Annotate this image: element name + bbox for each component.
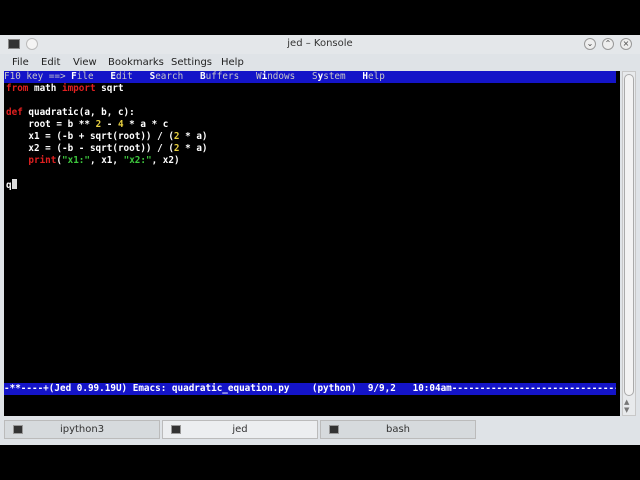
menu-settings[interactable]: Settings [171,57,212,68]
minimize-button[interactable]: ⌄ [584,38,596,50]
tab-ipython3[interactable]: ipython3 [4,420,160,439]
tab-label: bash [385,424,411,435]
jed-menu-edit[interactable]: Edit [110,71,132,82]
menu-bookmarks[interactable]: Bookmarks [108,57,164,68]
jed-menu-system[interactable]: System [312,71,346,82]
tab-label: jed [232,424,248,435]
konsole-window: jed – Konsole ⌄ ⌃ × File Edit View Bookm… [0,35,640,445]
code-line-9: q [6,179,17,191]
menu-file[interactable]: File [12,57,29,68]
code-line-6: x2 = (-b - sqrt(root)) / (2 * a) [6,143,208,154]
code-line-3: def quadratic(a, b, c): [6,107,135,118]
menu-edit[interactable]: Edit [41,57,60,68]
code-line-5: x1 = (-b + sqrt(root)) / (2 * a) [6,131,208,142]
code-line-1: from math import sqrt [6,83,124,94]
maximize-button[interactable]: ⌃ [602,38,614,50]
tab-bar: ipython3 jed bash [0,418,640,440]
tab-bash[interactable]: bash [320,420,476,439]
jed-menu-file[interactable]: File [71,71,93,82]
code-line-7: print("x1:", x1, "x2:", x2) [28,155,180,166]
jed-menu-buffers[interactable]: Buffers [200,71,239,82]
jed-menu-help[interactable]: Help [362,71,384,82]
jed-menu-bar: F10 key ==> File Edit Search Buffers Win… [4,71,616,83]
menu-view[interactable]: View [73,57,97,68]
title-bar[interactable]: jed – Konsole ⌄ ⌃ × [0,35,640,54]
scrollbar[interactable]: ▲ ▼ [622,71,636,416]
terminal-area[interactable]: F10 key ==> File Edit Search Buffers Win… [4,71,620,416]
scrollbar-thumb[interactable] [624,74,634,396]
tab-jed[interactable]: jed [162,420,318,439]
scroll-down-icon[interactable]: ▼ [624,406,629,414]
tab-label: ipython3 [59,424,105,435]
scroll-up-icon[interactable]: ▲ [624,398,629,406]
jed-menu-prefix: F10 key ==> [4,71,72,82]
close-button[interactable]: × [620,38,632,50]
code-line-4: root = b ** 2 - 4 * a * c [6,119,169,130]
text-cursor [11,179,17,189]
menu-help[interactable]: Help [221,57,244,68]
status-line: -**----+(Jed 0.99.19U) Emacs: quadratic_… [4,383,616,395]
jed-menu-search[interactable]: Search [150,71,184,82]
jed-menu-windows[interactable]: Windows [256,71,295,82]
menu-bar: File Edit View Bookmarks Settings Help [0,54,640,71]
window-title: jed – Konsole [287,38,353,49]
